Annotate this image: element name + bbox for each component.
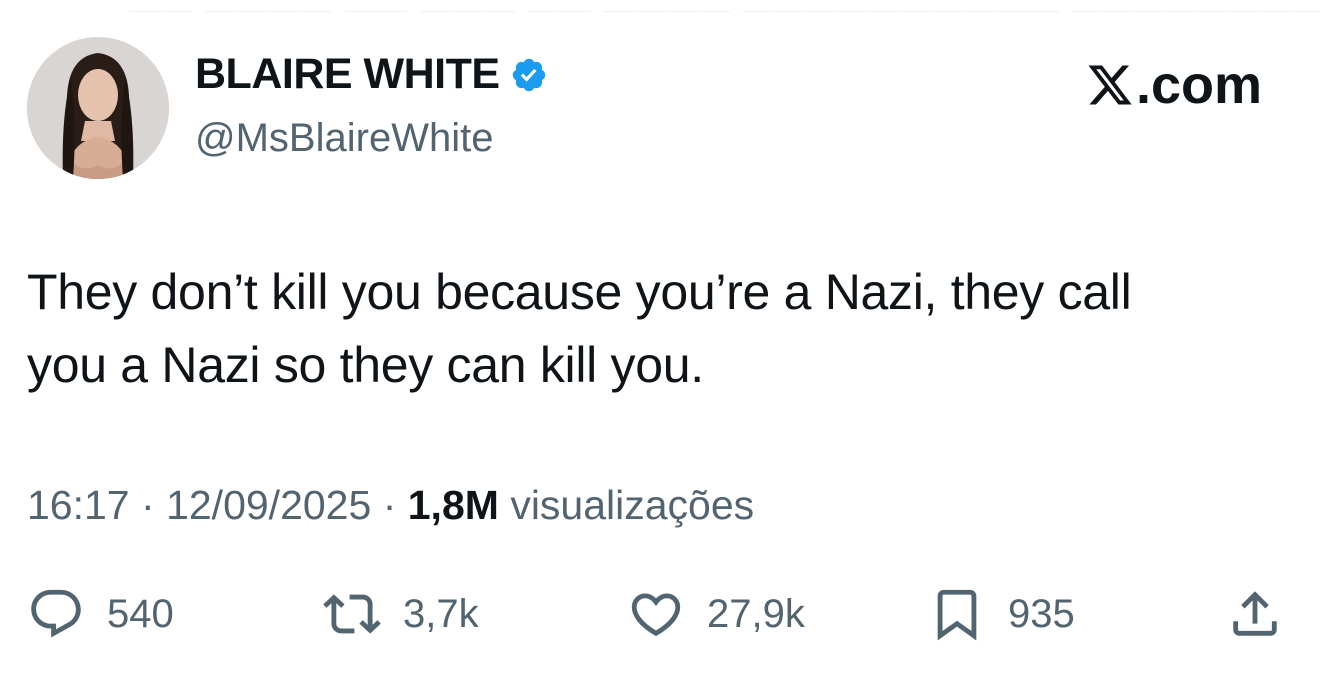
cropped-text-fragment: ▂▂ ▂▂▂▂ ▂▂ ▂▂▂ ▂▂ ▂▂▂▂ ▂▂▂▂▂▂▂▂▂▂ ▂▂▂▂▂▂… bbox=[130, 0, 1320, 12]
share-button[interactable] bbox=[1226, 585, 1284, 643]
source-domain: .com bbox=[1135, 55, 1262, 115]
tweet-text-line-1: They don’t kill you because you’re a Naz… bbox=[27, 264, 1132, 320]
tweet-text: They don’t kill you because you’re a Naz… bbox=[27, 256, 1287, 402]
meta-separator: · bbox=[141, 482, 155, 528]
views-count: 1,8M bbox=[407, 482, 499, 528]
tweet-time[interactable]: 16:17 bbox=[27, 482, 130, 528]
reply-count: 540 bbox=[107, 591, 174, 636]
like-count: 27,9k bbox=[707, 591, 805, 636]
bookmark-button[interactable]: 935 bbox=[928, 585, 1075, 643]
repost-icon bbox=[323, 585, 381, 643]
heart-icon bbox=[627, 585, 685, 643]
meta-separator: · bbox=[382, 482, 397, 528]
source-watermark: .com bbox=[1086, 54, 1262, 116]
x-logo-icon bbox=[1086, 60, 1134, 108]
bookmark-icon bbox=[928, 585, 986, 643]
reply-icon bbox=[27, 585, 85, 643]
reply-button[interactable]: 540 bbox=[27, 585, 174, 643]
repost-button[interactable]: 3,7k bbox=[323, 585, 479, 643]
action-bar: 540 3,7k 27,9k 935 bbox=[0, 585, 1320, 645]
tweet-text-line-2: you a Nazi so they can kill you. bbox=[27, 337, 704, 393]
display-name[interactable]: BLAIRE WHITE bbox=[195, 50, 500, 99]
tweet-date[interactable]: 12/09/2025 bbox=[166, 482, 371, 528]
tweet-metadata: 16:17 · 12/09/2025 · 1,8M visualizações bbox=[27, 482, 754, 529]
share-icon bbox=[1226, 585, 1284, 643]
cropped-previous-line: ▂▂ ▂▂▂▂ ▂▂ ▂▂▂ ▂▂ ▂▂▂▂ ▂▂▂▂▂▂▂▂▂▂ ▂▂▂▂▂▂… bbox=[0, 0, 1320, 12]
user-handle[interactable]: @MsBlaireWhite bbox=[195, 116, 493, 161]
verified-badge-icon[interactable] bbox=[510, 56, 548, 94]
bookmark-count: 935 bbox=[1008, 591, 1075, 636]
repost-count: 3,7k bbox=[403, 591, 479, 636]
views-label: visualizações bbox=[510, 482, 755, 528]
display-name-row[interactable]: BLAIRE WHITE bbox=[195, 50, 548, 99]
avatar[interactable] bbox=[27, 37, 169, 179]
like-button[interactable]: 27,9k bbox=[627, 585, 805, 643]
